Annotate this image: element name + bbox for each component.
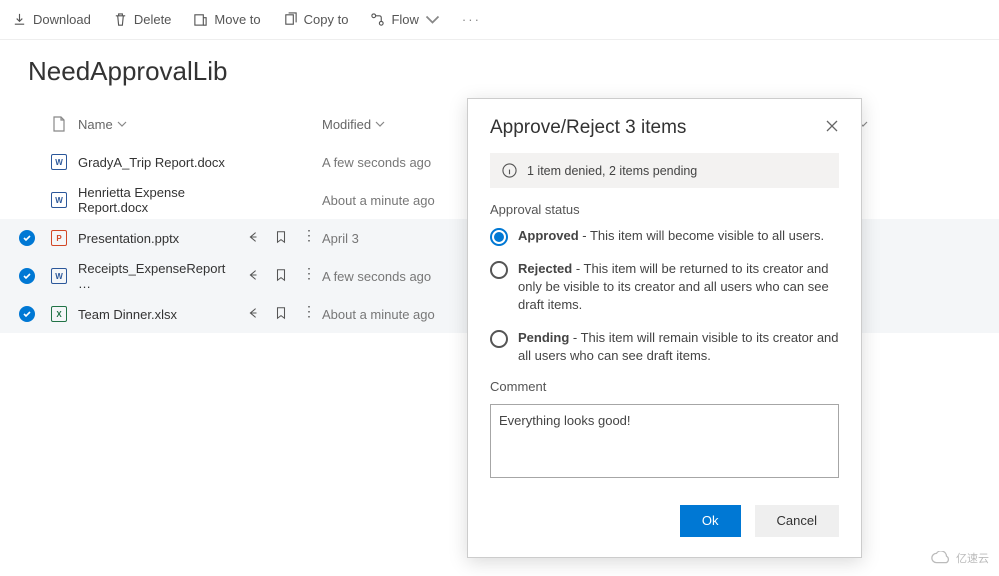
header-type-icon bbox=[44, 116, 74, 132]
radio-pending-text: Pending - This item will remain visible … bbox=[518, 329, 839, 365]
more-button[interactable]: ··· bbox=[462, 12, 481, 27]
approve-reject-panel: Approve/Reject 3 items 1 item denied, 2 … bbox=[467, 98, 862, 558]
file-type-icon: W bbox=[44, 192, 74, 208]
file-modified: About a minute ago bbox=[322, 307, 435, 322]
file-name[interactable]: Receipts_ExpenseReport … bbox=[78, 261, 236, 291]
bookmark-icon[interactable] bbox=[274, 306, 288, 323]
check-icon bbox=[19, 230, 35, 246]
delete-button[interactable]: Delete bbox=[113, 12, 172, 27]
share-icon[interactable] bbox=[246, 230, 260, 247]
radio-approved-input[interactable] bbox=[490, 228, 508, 246]
document-icon bbox=[52, 116, 66, 132]
file-name[interactable]: GradyA_Trip Report.docx bbox=[78, 155, 225, 170]
comment-label: Comment bbox=[490, 379, 839, 394]
file-type-icon: P bbox=[44, 230, 74, 246]
more-icon[interactable]: ⋮ bbox=[302, 268, 316, 285]
panel-title: Approve/Reject 3 items bbox=[490, 117, 686, 139]
header-name-label: Name bbox=[78, 117, 113, 132]
file-modified: April 3 bbox=[322, 231, 359, 246]
download-button[interactable]: Download bbox=[12, 12, 91, 27]
delete-label: Delete bbox=[134, 12, 172, 27]
watermark: 亿速云 bbox=[930, 550, 989, 566]
radio-rejected[interactable]: Rejected - This item will be returned to… bbox=[490, 260, 839, 315]
delete-icon bbox=[113, 12, 128, 27]
file-name[interactable]: Henrietta Expense Report.docx bbox=[78, 185, 236, 215]
file-type-icon: W bbox=[44, 268, 74, 284]
flow-label: Flow bbox=[391, 12, 418, 27]
copy-to-label: Copy to bbox=[304, 12, 349, 27]
info-icon bbox=[502, 163, 517, 178]
flow-icon bbox=[370, 12, 385, 27]
copy-to-icon bbox=[283, 12, 298, 27]
check-icon bbox=[19, 306, 35, 322]
file-modified: A few seconds ago bbox=[322, 155, 431, 170]
move-to-label: Move to bbox=[214, 12, 260, 27]
cloud-icon bbox=[930, 551, 952, 565]
file-modified: About a minute ago bbox=[322, 193, 435, 208]
radio-pending[interactable]: Pending - This item will remain visible … bbox=[490, 329, 839, 365]
status-label: Approval status bbox=[490, 202, 839, 217]
radio-rejected-text: Rejected - This item will be returned to… bbox=[518, 260, 839, 315]
radio-approved[interactable]: Approved - This item will become visible… bbox=[490, 227, 839, 246]
bookmark-icon[interactable] bbox=[274, 268, 288, 285]
file-name[interactable]: Team Dinner.xlsx bbox=[78, 307, 177, 322]
header-modified-label: Modified bbox=[322, 117, 371, 132]
move-to-button[interactable]: Move to bbox=[193, 12, 260, 27]
close-icon bbox=[825, 119, 839, 133]
check-icon bbox=[19, 268, 35, 284]
chevron-down-icon bbox=[425, 12, 440, 27]
download-label: Download bbox=[33, 12, 91, 27]
close-button[interactable] bbox=[825, 119, 839, 138]
page-title: NeedApprovalLib bbox=[0, 40, 999, 105]
chevron-down-icon bbox=[375, 119, 385, 129]
info-bar: 1 item denied, 2 items pending bbox=[490, 153, 839, 188]
file-type-icon: X bbox=[44, 306, 74, 322]
bookmark-icon[interactable] bbox=[274, 230, 288, 247]
flow-button[interactable]: Flow bbox=[370, 12, 439, 27]
radio-rejected-input[interactable] bbox=[490, 261, 508, 279]
ok-button[interactable]: Ok bbox=[680, 505, 741, 537]
more-icon[interactable]: ⋮ bbox=[302, 230, 316, 247]
row-select[interactable] bbox=[10, 230, 44, 246]
info-text: 1 item denied, 2 items pending bbox=[527, 164, 697, 178]
radio-approved-text: Approved - This item will become visible… bbox=[518, 227, 824, 245]
copy-to-button[interactable]: Copy to bbox=[283, 12, 349, 27]
download-icon bbox=[12, 12, 27, 27]
radio-pending-input[interactable] bbox=[490, 330, 508, 348]
more-icon[interactable]: ⋮ bbox=[302, 306, 316, 323]
chevron-down-icon bbox=[117, 119, 127, 129]
share-icon[interactable] bbox=[246, 306, 260, 323]
file-name[interactable]: Presentation.pptx bbox=[78, 231, 179, 246]
command-bar: Download Delete Move to Copy to Flow ··· bbox=[0, 0, 999, 40]
file-type-icon: W bbox=[44, 154, 74, 170]
comment-input[interactable]: Everything looks good! bbox=[490, 404, 839, 478]
move-to-icon bbox=[193, 12, 208, 27]
row-select[interactable] bbox=[10, 268, 44, 284]
file-modified: A few seconds ago bbox=[322, 269, 431, 284]
header-name[interactable]: Name bbox=[74, 117, 322, 132]
cancel-button[interactable]: Cancel bbox=[755, 505, 839, 537]
share-icon[interactable] bbox=[246, 268, 260, 285]
row-select[interactable] bbox=[10, 306, 44, 322]
